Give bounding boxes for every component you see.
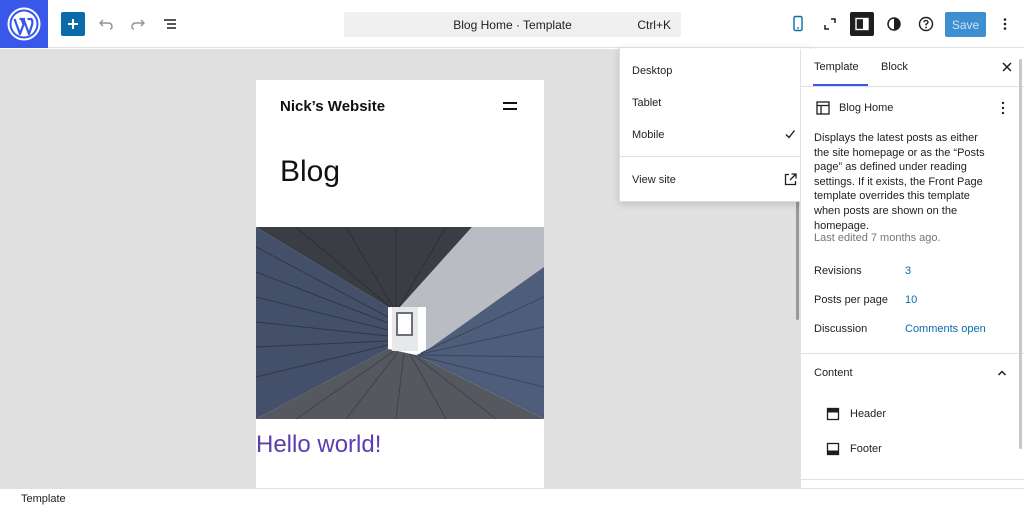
header-icon (826, 407, 840, 421)
active-tab-indicator (813, 84, 868, 86)
template-part-label: Footer (850, 443, 882, 455)
wordpress-logo-button[interactable] (0, 0, 48, 48)
canvas-scrollbar[interactable] (796, 196, 799, 320)
posts-per-page-label: Posts per page (814, 294, 888, 306)
keyboard-shortcut: Ctrl+K (637, 18, 671, 32)
content-panel-toggle[interactable]: Content (814, 367, 853, 379)
expand-icon (824, 18, 836, 30)
mobile-icon (793, 15, 803, 32)
mobile-preview-frame[interactable]: Nick’s Website Blog Hello world! (256, 80, 544, 488)
discussion-button[interactable]: Comments open (905, 323, 986, 335)
template-name: Blog Home (839, 102, 894, 114)
menu-item-mobile[interactable]: Mobile (632, 129, 664, 141)
document-title: Blog Home · Template (453, 17, 572, 32)
more-vertical-icon (1003, 18, 1007, 30)
tab-block[interactable]: Block (881, 61, 908, 73)
styles-button[interactable] (882, 12, 906, 36)
close-icon[interactable] (1000, 60, 1014, 74)
menu-icon[interactable] (503, 102, 517, 111)
sidebar-tabs: Template Block (801, 49, 1024, 87)
site-title[interactable]: Nick’s Website (280, 98, 385, 115)
help-button[interactable] (914, 12, 938, 36)
menu-item-view-site[interactable]: View site (632, 174, 676, 186)
settings-sidebar-toggle[interactable] (850, 12, 874, 36)
template-part-label: Header (850, 408, 887, 420)
template-part-footer[interactable]: Footer (826, 442, 882, 456)
template-part-header[interactable]: Header (826, 407, 886, 421)
menu-separator (620, 156, 810, 157)
chevron-up-icon[interactable] (996, 367, 1008, 379)
revisions-link[interactable]: 3 (905, 265, 911, 277)
sidebar-toggle-icon (855, 17, 869, 31)
divider (801, 479, 1024, 480)
menu-item-desktop[interactable]: Desktop (632, 65, 672, 77)
command-center-button[interactable]: Blog Home · Template Ctrl+K (344, 12, 681, 37)
add-block-button[interactable] (61, 12, 85, 36)
undo-button[interactable] (94, 12, 118, 36)
page-heading[interactable]: Blog (280, 155, 340, 189)
featured-image[interactable] (256, 227, 544, 419)
layout-icon (816, 101, 830, 115)
template-description: Displays the latest posts as either the … (814, 132, 985, 232)
post-title-link[interactable]: Hello world! (256, 431, 381, 459)
redo-button[interactable] (126, 12, 150, 36)
menu-item-tablet[interactable]: Tablet (632, 97, 661, 109)
editor-header: Blog Home · Template Ctrl+K Save (0, 0, 1024, 48)
posts-per-page-button[interactable]: 10 (905, 294, 917, 306)
tab-template[interactable]: Template (814, 61, 859, 73)
check-icon (785, 130, 796, 139)
wordpress-icon (7, 7, 41, 41)
last-edited: Last edited 7 months ago. (814, 232, 941, 244)
sidebar-scrollbar[interactable] (1019, 59, 1022, 449)
save-button[interactable]: Save (945, 12, 986, 37)
template-card-header: Blog Home (815, 99, 893, 117)
distraction-free-button[interactable] (818, 12, 842, 36)
revisions-label: Revisions (814, 265, 862, 277)
more-vertical-icon[interactable] (1000, 101, 1006, 115)
half-circle-icon (887, 17, 901, 31)
redo-icon (131, 19, 145, 30)
list-view-button[interactable] (158, 12, 182, 36)
device-preview-menu: Desktop Tablet Mobile View site (619, 47, 811, 202)
discussion-label: Discussion (814, 323, 868, 335)
divider (801, 353, 1024, 354)
breadcrumb-template[interactable]: Template (21, 493, 66, 505)
options-button[interactable] (993, 12, 1017, 36)
list-view-icon (164, 19, 176, 29)
external-link-icon (784, 173, 797, 186)
device-preview-button[interactable] (786, 12, 810, 36)
block-breadcrumb-bar: Template (0, 488, 1024, 507)
help-icon (918, 16, 934, 32)
plus-icon (68, 19, 78, 29)
undo-icon (99, 19, 113, 30)
settings-sidebar: Template Block Blog Home Displays the la… (800, 49, 1024, 488)
footer-icon (826, 442, 840, 456)
